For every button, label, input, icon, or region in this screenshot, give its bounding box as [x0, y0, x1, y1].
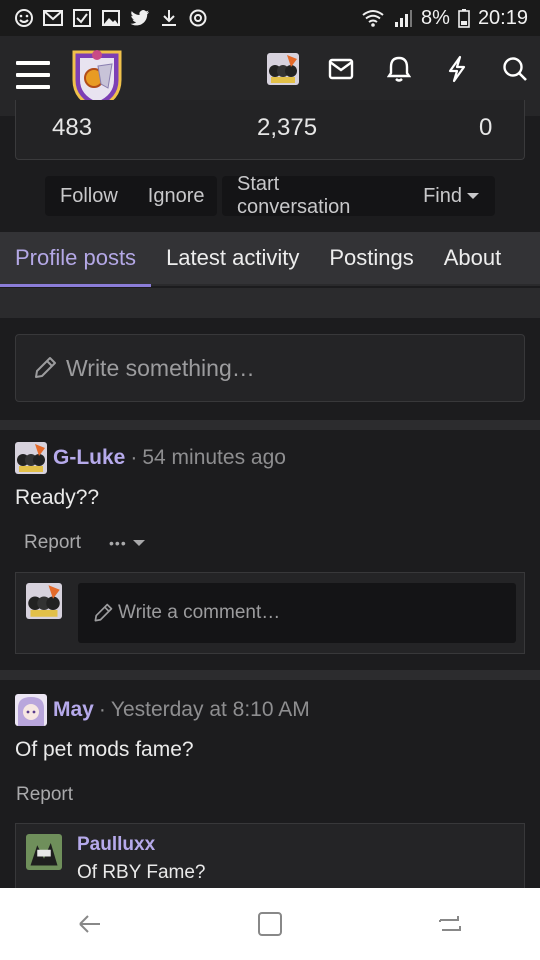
profile-actions-left: Follow Ignore — [45, 176, 217, 216]
tab-about[interactable]: About — [429, 231, 517, 285]
write-comment-input[interactable]: Write a comment… — [78, 583, 516, 643]
avatar[interactable] — [26, 834, 62, 870]
back-icon[interactable] — [70, 904, 110, 944]
profile-post-composer: Write something… — [0, 318, 540, 420]
recents-icon[interactable] — [430, 904, 470, 944]
checkbox-icon — [73, 9, 91, 27]
envelope-icon[interactable] — [324, 52, 358, 86]
battery-percent: 8% — [421, 6, 450, 29]
battery-icon — [458, 9, 470, 28]
stat-messages: 483 — [52, 114, 93, 141]
comment: Paulluxx Of RBY Fame? — [15, 823, 525, 893]
bolt-icon[interactable] — [440, 52, 474, 86]
wifi-icon — [362, 10, 384, 27]
profile-stats: 483 2,375 0 — [15, 100, 525, 160]
sync-icon — [189, 9, 207, 27]
separator-dot: · — [98, 698, 106, 721]
stat-reactions: 2,375 — [257, 114, 318, 141]
find-dropdown[interactable]: Find — [408, 185, 495, 208]
write-comment-placeholder: Write a comment… — [118, 602, 281, 623]
comment-body: Of RBY Fame? — [77, 862, 206, 883]
find-label: Find — [423, 184, 462, 207]
follow-button[interactable]: Follow — [45, 185, 133, 208]
comment-author[interactable]: Paulluxx — [77, 834, 155, 856]
search-icon[interactable] — [498, 52, 532, 86]
caret-down-icon — [132, 540, 145, 546]
status-bar: 8% 20:19 — [0, 0, 540, 36]
user-avatar[interactable] — [266, 52, 300, 86]
home-icon[interactable] — [250, 904, 290, 944]
pencil-icon — [35, 357, 56, 378]
download-icon — [162, 10, 176, 26]
write-something-input[interactable]: Write something… — [15, 334, 525, 402]
signal-icon — [395, 10, 413, 27]
profile-post: G-Luke · 54 minutes ago Ready?? Report •… — [0, 430, 540, 670]
smiley-icon — [15, 9, 33, 27]
gallery-icon — [102, 10, 120, 26]
more-dots: ••• — [109, 535, 127, 551]
post-author[interactable]: G-Luke — [53, 446, 125, 470]
post-separator — [0, 670, 540, 680]
post-time[interactable]: Yesterday at 8:10 AM — [111, 698, 310, 722]
separator-dot: · — [130, 446, 138, 469]
tab-latest-activity[interactable]: Latest activity — [151, 231, 314, 285]
bell-icon[interactable] — [382, 52, 416, 86]
report-link[interactable]: Report — [24, 532, 81, 554]
gmail-icon — [43, 10, 63, 26]
profile-actions-right: Start conversation Find — [222, 173, 495, 219]
section-divider — [0, 288, 540, 318]
post-author[interactable]: May — [53, 698, 94, 722]
system-navigation-bar — [0, 888, 540, 960]
profile-post: May · Yesterday at 8:10 AM Of pet mods f… — [0, 680, 540, 893]
pencil-icon — [94, 603, 113, 622]
start-conversation-button[interactable]: Start conversation — [222, 173, 408, 219]
report-link[interactable]: Report — [16, 784, 73, 806]
tab-profile-posts[interactable]: Profile posts — [0, 231, 152, 287]
stat-points: 0 — [479, 114, 493, 141]
clock: 20:19 — [477, 6, 528, 29]
comment-box: Write a comment… — [15, 572, 525, 654]
twitter-icon — [130, 10, 149, 26]
more-options-menu[interactable]: ••• — [109, 535, 146, 551]
post-separator — [0, 420, 540, 430]
avatar[interactable] — [15, 694, 47, 726]
caret-down-icon — [467, 193, 479, 199]
post-body: Of pet mods fame? — [15, 738, 194, 761]
write-something-placeholder: Write something… — [66, 354, 255, 381]
hamburger-menu-icon[interactable] — [16, 58, 50, 92]
post-time[interactable]: 54 minutes ago — [142, 446, 286, 470]
tab-postings[interactable]: Postings — [314, 231, 428, 285]
avatar[interactable] — [15, 442, 47, 474]
ignore-button[interactable]: Ignore — [133, 185, 220, 208]
profile-tabs: Profile posts Latest activity Postings A… — [0, 231, 540, 287]
post-body: Ready?? — [15, 486, 100, 509]
avatar — [26, 583, 62, 619]
